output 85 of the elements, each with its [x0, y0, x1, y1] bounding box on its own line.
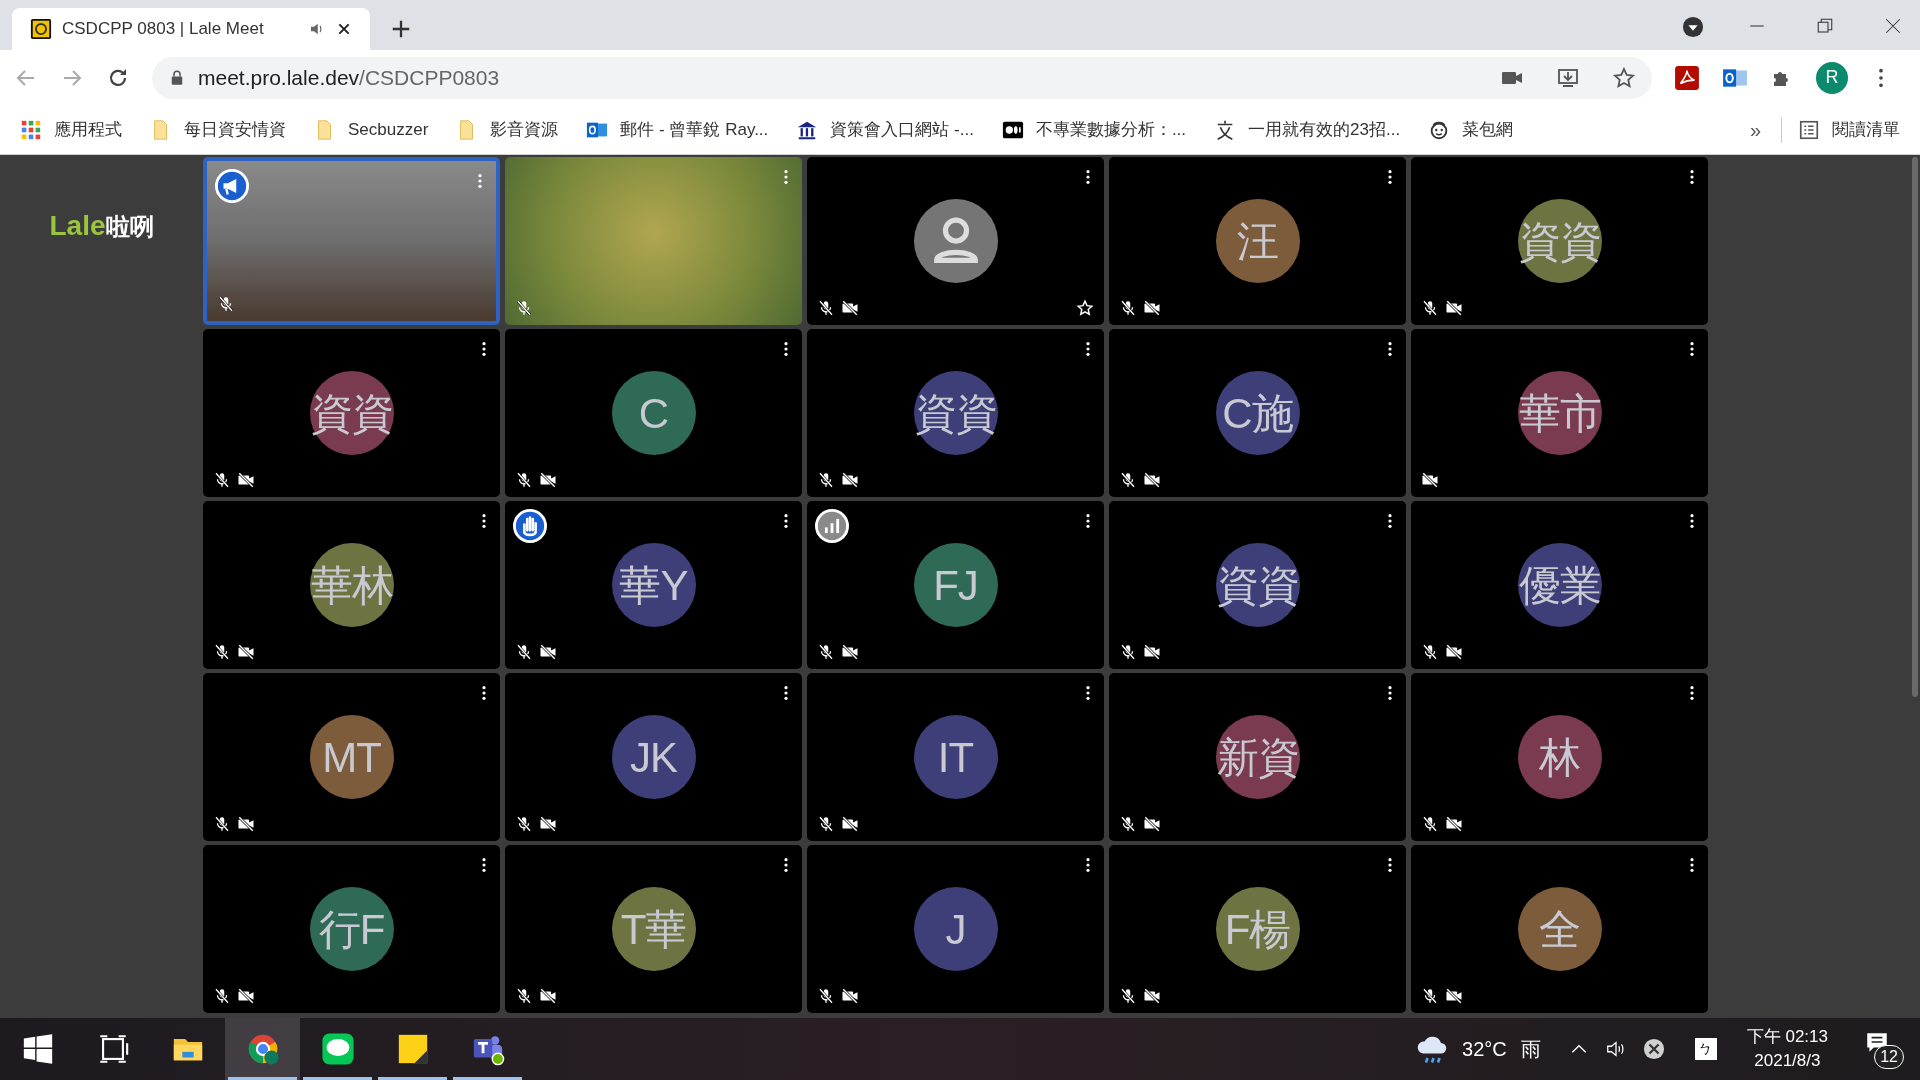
participant-tile[interactable]: MT — [203, 673, 500, 841]
clock-date[interactable]: 2021/8/3 — [1754, 1049, 1821, 1073]
participant-tile[interactable]: 全 — [1411, 845, 1708, 1013]
scrollbar[interactable] — [1912, 157, 1918, 697]
participant-tile[interactable]: 資資 — [1411, 157, 1708, 325]
participant-tile[interactable]: IT — [807, 673, 1104, 841]
participant-tile[interactable]: 華林 — [203, 501, 500, 669]
site-icon — [30, 18, 52, 40]
avatar: IT — [913, 715, 998, 799]
bookmark-link[interactable]: Secbuzzer — [348, 116, 429, 143]
bookmark-link[interactable]: 郵件 - 曾華銳 Ray... — [620, 116, 769, 143]
restore-icon[interactable] — [1816, 17, 1834, 35]
avatar: 華Y — [611, 543, 696, 627]
avatar: 行F — [309, 887, 394, 971]
profile-avatar[interactable]: R — [1816, 61, 1848, 94]
participant-tile[interactable] — [203, 157, 500, 325]
overflow-chevron[interactable]: » — [1749, 114, 1761, 145]
weather-label: 雨 — [1520, 1037, 1541, 1062]
star-icon[interactable] — [1612, 65, 1636, 90]
avatar: 林 — [1517, 715, 1602, 799]
bookmark-link[interactable]: 應用程式 — [54, 116, 122, 143]
participant-tile[interactable]: 資資 — [1109, 501, 1406, 669]
participant-tile[interactable]: 汪 — [1109, 157, 1406, 325]
reading-list-icon[interactable] — [1798, 118, 1820, 141]
participant-tile[interactable]: 資資 — [807, 329, 1104, 497]
avatar: 資資 — [1517, 199, 1602, 283]
temperature-label: 32°C — [1462, 1037, 1507, 1062]
avatar: 汪 — [1215, 199, 1300, 283]
participant-tile[interactable]: 行F — [203, 845, 500, 1013]
avatar: J — [913, 887, 998, 971]
bookmark-link[interactable]: 一用就有效的23招... — [1248, 116, 1401, 143]
participant-tile[interactable]: C — [505, 329, 802, 497]
media-control-icon[interactable] — [1682, 16, 1704, 38]
clock-time[interactable]: 下午 02:13 — [1746, 1025, 1828, 1049]
avatar: JK — [611, 715, 696, 799]
input-method-indicator[interactable]: ㄅ — [1694, 1038, 1717, 1060]
avatar: 全 — [1517, 887, 1602, 971]
participant-tile[interactable]: 新資 — [1109, 673, 1406, 841]
network-error-icon[interactable] — [1642, 1038, 1665, 1060]
chat-app-icon — [320, 1032, 355, 1066]
apps-grid-icon[interactable] — [20, 118, 42, 141]
bookmark-link[interactable]: 不專業數據分析：... — [1035, 116, 1187, 143]
avatar: 華市 — [1517, 371, 1602, 455]
avatar: 資資 — [1215, 543, 1300, 627]
avatar: C施 — [1215, 371, 1300, 455]
bookmark-link[interactable]: 菜包網 — [1462, 116, 1514, 143]
address-bar[interactable]: meet.pro.lale.dev/CSDCPP0803 — [152, 56, 1652, 99]
avatar: 新資 — [1215, 715, 1300, 799]
participant-tile[interactable]: J — [807, 845, 1104, 1013]
avatar: F楊 — [1215, 887, 1300, 971]
participant-tile[interactable] — [807, 157, 1104, 325]
participant-tile[interactable]: 林 — [1411, 673, 1708, 841]
close-icon[interactable] — [336, 21, 352, 37]
avatar: T華 — [611, 887, 696, 971]
person-avatar-icon — [913, 199, 998, 283]
participant-tile[interactable]: FJ — [807, 501, 1104, 669]
close-icon[interactable] — [1884, 17, 1902, 35]
avatar: 資資 — [913, 371, 998, 455]
participant-tile[interactable]: 優業 — [1411, 501, 1708, 669]
bookmark-link[interactable]: 資策會入口網站 -... — [830, 116, 974, 143]
avatar: 資資 — [309, 371, 394, 455]
lale-logo: Lale啦咧 — [49, 209, 154, 243]
avatar: MT — [309, 715, 394, 799]
participant-tile[interactable] — [505, 157, 802, 325]
notification-count: 12 — [1874, 1045, 1904, 1069]
star-icon[interactable] — [1076, 299, 1094, 317]
new-tab-icon[interactable] — [390, 18, 412, 40]
bookmark-link[interactable]: 每日資安情資 — [184, 116, 286, 143]
avatar: 華林 — [309, 543, 394, 627]
avatar: C — [611, 371, 696, 455]
avatar: 優業 — [1517, 543, 1602, 627]
participant-tile[interactable]: 資資 — [203, 329, 500, 497]
participant-tile[interactable]: T華 — [505, 845, 802, 1013]
tab-title: CSDCPP 0803 | Lale Meet — [62, 18, 265, 41]
participant-tile[interactable]: 華Y — [505, 501, 802, 669]
participant-tile[interactable]: 華市 — [1411, 329, 1708, 497]
participant-tile[interactable]: JK — [505, 673, 802, 841]
pdf-extension-icon[interactable] — [1674, 64, 1700, 91]
browser-tab[interactable]: CSDCPP 0803 | Lale Meet — [12, 8, 370, 50]
participant-tile[interactable]: F楊 — [1109, 845, 1406, 1013]
avatar: FJ — [913, 543, 998, 627]
taskbar-button[interactable] — [225, 1018, 300, 1080]
participant-tile[interactable]: C施 — [1109, 329, 1406, 497]
reading-list-button[interactable]: 閱讀清單 — [1832, 116, 1900, 143]
bookmark-link[interactable]: 影音資源 — [490, 116, 559, 143]
